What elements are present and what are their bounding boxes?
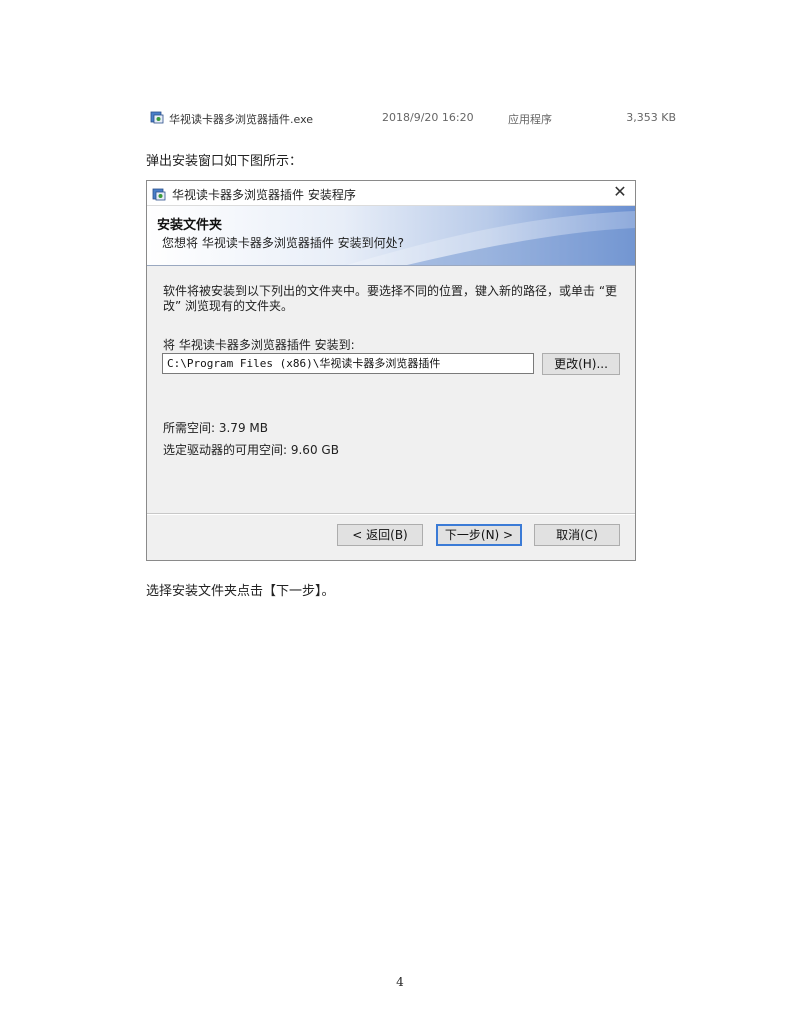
file-listing-row[interactable]: 华视读卡器多浏览器插件.exe 2018/9/20 16:20 应用程序 3,3… — [150, 108, 690, 128]
instruction-text: 选择安装文件夹点击【下一步】。 — [146, 584, 335, 599]
destination-path-input[interactable]: C:\Program Files (x86)\华视读卡器多浏览器插件 — [162, 353, 534, 374]
banner-subtitle: 您想将 华视读卡器多浏览器插件 安装到何处? — [162, 236, 404, 250]
dialog-banner: 安装文件夹 您想将 华视读卡器多浏览器插件 安装到何处? — [147, 206, 635, 266]
file-size: 3,353 KB — [626, 111, 676, 124]
footer-divider — [147, 513, 635, 515]
next-button[interactable]: 下一步(N) > — [436, 524, 522, 546]
installer-icon — [152, 186, 166, 201]
installer-icon — [150, 110, 164, 124]
installer-dialog: 华视读卡器多浏览器插件 安装程序 ✕ 安装文件夹 您想将 华视读卡器多浏览器插件… — [146, 180, 636, 561]
file-type: 应用程序 — [508, 113, 552, 126]
back-button[interactable]: < 返回(B) — [337, 524, 423, 546]
dialog-title: 华视读卡器多浏览器插件 安装程序 — [172, 188, 356, 202]
destination-label: 将 华视读卡器多浏览器插件 安装到: — [163, 338, 355, 352]
close-icon[interactable]: ✕ — [611, 183, 629, 201]
cancel-button[interactable]: 取消(C) — [534, 524, 620, 546]
banner-title: 安装文件夹 — [157, 218, 223, 233]
file-date: 2018/9/20 16:20 — [382, 111, 474, 124]
change-button[interactable]: 更改(H)... — [542, 353, 620, 375]
page-number: 4 — [396, 975, 404, 989]
file-name: 华视读卡器多浏览器插件.exe — [169, 113, 314, 126]
install-description: 软件将被安装到以下列出的文件夹中。要选择不同的位置，键入新的路径，或单击 “更改… — [163, 284, 618, 313]
intro-text: 弹出安装窗口如下图所示： — [146, 154, 303, 169]
space-required: 所需空间: 3.79 MB — [163, 421, 268, 435]
space-available: 选定驱动器的可用空间: 9.60 GB — [163, 443, 339, 457]
dialog-titlebar: 华视读卡器多浏览器插件 安装程序 ✕ — [147, 181, 635, 206]
